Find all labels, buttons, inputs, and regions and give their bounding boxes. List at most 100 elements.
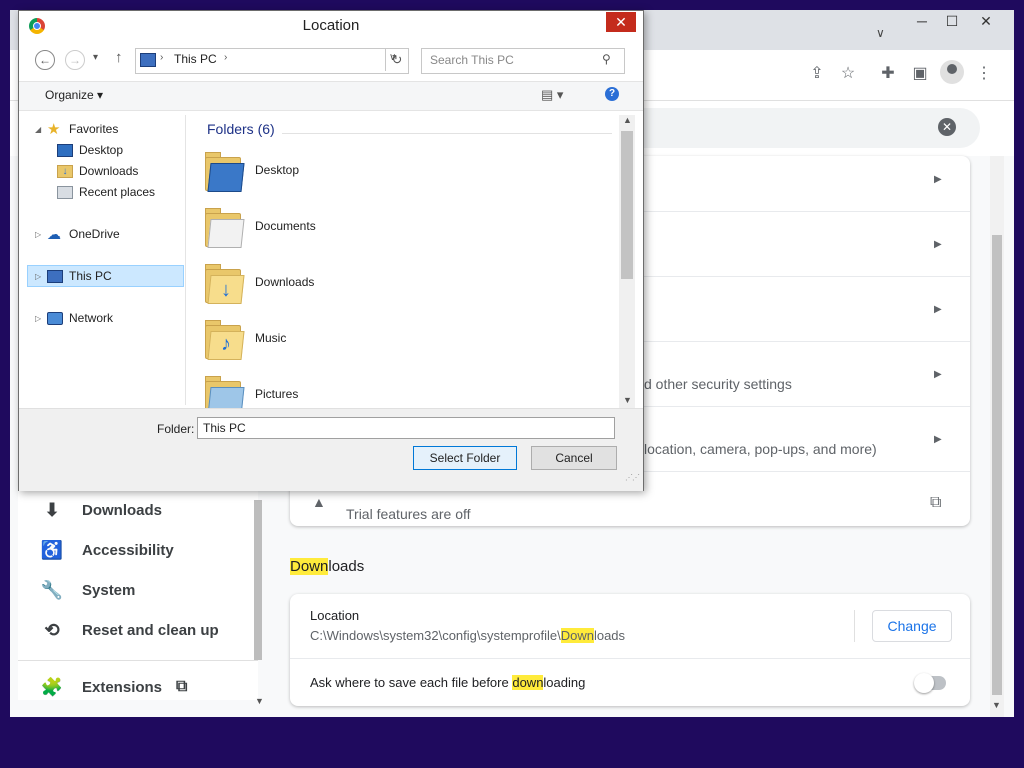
tree-item-this-pc[interactable]: ▷ This PC [35, 266, 112, 286]
folder-label: Downloads [255, 275, 315, 289]
sidebar-item-extensions[interactable]: 🧩 Extensions ⧉ [40, 669, 188, 705]
row-arrow-icon[interactable]: ▶ [934, 434, 942, 445]
warning-flask-icon: ▲ [312, 494, 326, 510]
change-view-icon[interactable]: ▤ ▾ [541, 87, 563, 103]
page-scroll-down-icon[interactable]: ▼ [992, 700, 1001, 710]
scroll-up-icon[interactable]: ▲ [623, 115, 632, 125]
tab-search-chevron-icon[interactable]: ∨ [876, 26, 885, 40]
folder-icon [205, 373, 245, 409]
download-icon: ⬇ [44, 499, 60, 520]
folder-label: Desktop [255, 163, 300, 177]
maximize-button[interactable]: ☐ [936, 10, 968, 32]
cloud-icon: ☁ [47, 225, 61, 242]
cancel-button[interactable]: Cancel [531, 446, 617, 470]
location-label: Location [310, 608, 360, 623]
resize-grip-icon[interactable]: ⋰⋰ [625, 473, 640, 482]
breadcrumb-this-pc[interactable]: This PC [174, 52, 217, 66]
row-arrow-icon[interactable]: ▶ [934, 369, 942, 380]
folder-music[interactable]: ♪ Music [205, 313, 455, 363]
tree-item-network[interactable]: ▷ Network [35, 308, 113, 328]
folder-icon [205, 149, 245, 192]
open-external-icon[interactable]: ⧉ [930, 494, 941, 512]
row-arrow-icon[interactable]: ▶ [934, 174, 942, 185]
tree-item-favorites[interactable]: ◢ ★ Favorites [35, 119, 118, 139]
tree-item-label: Network [69, 311, 114, 325]
dialog-title: Location [302, 17, 360, 34]
folder-icon: ↓ [205, 261, 245, 304]
back-button[interactable]: ← [35, 50, 55, 70]
up-button[interactable]: ↑ [115, 49, 123, 66]
puzzle-icon: 🧩 [40, 676, 64, 697]
command-bar: Organize ▾ ▤ ▾ ? [19, 81, 643, 111]
page-scrollbar-thumb[interactable] [992, 235, 1002, 695]
tree-item-desktop[interactable]: Desktop [57, 140, 123, 160]
tree-item-label: Favorites [69, 122, 119, 136]
security-row-subtitle: d other security settings [644, 376, 792, 392]
expand-arrow-icon[interactable]: ▷ [35, 230, 47, 239]
folders-group-heading[interactable]: Folders (6) [207, 121, 275, 137]
share-icon[interactable]: ⇪ [805, 62, 829, 86]
clear-search-icon[interactable]: ✕ [938, 118, 956, 136]
site-settings-row-subtitle: location, camera, pop-ups, and more) [644, 441, 877, 457]
content-scrollbar-thumb[interactable] [621, 131, 633, 279]
sidebar-item-accessibility[interactable]: ♿ Accessibility [40, 532, 174, 568]
search-icon[interactable]: ⚲ [602, 52, 611, 66]
label-text: Ask where to save each file before [310, 675, 513, 690]
address-bar[interactable]: › This PC › ∨ [135, 48, 409, 74]
folder-downloads[interactable]: ↓ Downloads [205, 257, 455, 307]
help-icon[interactable]: ? [605, 87, 619, 101]
dialog-search-input[interactable]: Search This PC ⚲ [421, 48, 625, 74]
folder-field-label: Folder: [157, 422, 195, 436]
bookmark-star-icon[interactable]: ☆ [836, 62, 860, 86]
change-location-button[interactable]: Change [872, 610, 952, 642]
sidebar-item-downloads[interactable]: ⬇ Downloads [40, 492, 162, 528]
sidebar-item-label: Downloads [82, 501, 163, 519]
settings-search-bar[interactable] [610, 108, 980, 148]
tree-item-onedrive[interactable]: ▷ ☁ OneDrive [35, 224, 120, 244]
folder-content-pane: Folders (6) Desktop Documents ↓ Download… [187, 115, 617, 409]
this-pc-icon [140, 53, 156, 67]
row-arrow-icon[interactable]: ▶ [934, 304, 942, 315]
tree-item-recent-places[interactable]: Recent places [57, 182, 155, 202]
profile-avatar[interactable] [940, 60, 964, 84]
network-icon [47, 311, 63, 325]
close-window-button[interactable]: ✕ [970, 10, 1002, 32]
toggle-knob[interactable] [914, 673, 934, 693]
folder-documents[interactable]: Documents [205, 201, 455, 251]
row-arrow-icon[interactable]: ▶ [934, 239, 942, 250]
breadcrumb-chevron-icon[interactable]: › [224, 52, 227, 63]
side-panel-icon[interactable]: ▣ [908, 62, 932, 86]
refresh-button[interactable]: ↻ [385, 49, 408, 71]
collapse-arrow-icon[interactable]: ◢ [35, 125, 47, 134]
organize-menu[interactable]: Organize ▾ [45, 88, 103, 102]
sidebar-item-system[interactable]: 🔧 System [40, 572, 136, 608]
recent-locations-dropdown[interactable]: ▾ [93, 52, 98, 63]
minimize-button[interactable]: ─ [906, 10, 938, 32]
open-external-icon: ⧉ [176, 678, 188, 695]
sidebar-item-label: Reset and clean up [82, 621, 219, 639]
sidebar-divider [18, 660, 258, 661]
scroll-down-icon[interactable]: ▼ [623, 395, 632, 405]
expand-arrow-icon[interactable]: ▷ [35, 272, 47, 281]
expand-arrow-icon[interactable]: ▷ [35, 314, 47, 323]
sidebar-scrollbar-thumb[interactable] [254, 500, 262, 660]
breadcrumb-chevron-icon[interactable]: › [160, 52, 163, 63]
select-folder-button[interactable]: Select Folder [413, 446, 517, 470]
menu-icon[interactable]: ⋮ [972, 62, 996, 86]
sidebar-scroll-down-icon[interactable]: ▼ [255, 696, 264, 706]
sidebar-item-reset[interactable]: ⟲ Reset and clean up [40, 612, 219, 648]
folder-label: Pictures [255, 387, 299, 401]
extensions-icon[interactable]: ✚ [876, 62, 900, 86]
folder-field[interactable] [197, 417, 615, 439]
dialog-close-button[interactable]: ✕ [606, 12, 636, 32]
folder-desktop[interactable]: Desktop [205, 145, 455, 195]
folder-pictures[interactable]: Pictures [205, 369, 455, 409]
tree-item-downloads[interactable]: ↓ Downloads [57, 161, 138, 181]
computer-icon [47, 269, 63, 283]
forward-button[interactable]: → [65, 50, 85, 70]
wrench-icon: 🔧 [40, 579, 64, 600]
downloads-card: Location C:\Windows\system32\config\syst… [290, 594, 970, 706]
tree-item-label: Downloads [79, 164, 139, 178]
search-highlight: Down [560, 628, 594, 643]
path-text: loads [593, 628, 626, 643]
